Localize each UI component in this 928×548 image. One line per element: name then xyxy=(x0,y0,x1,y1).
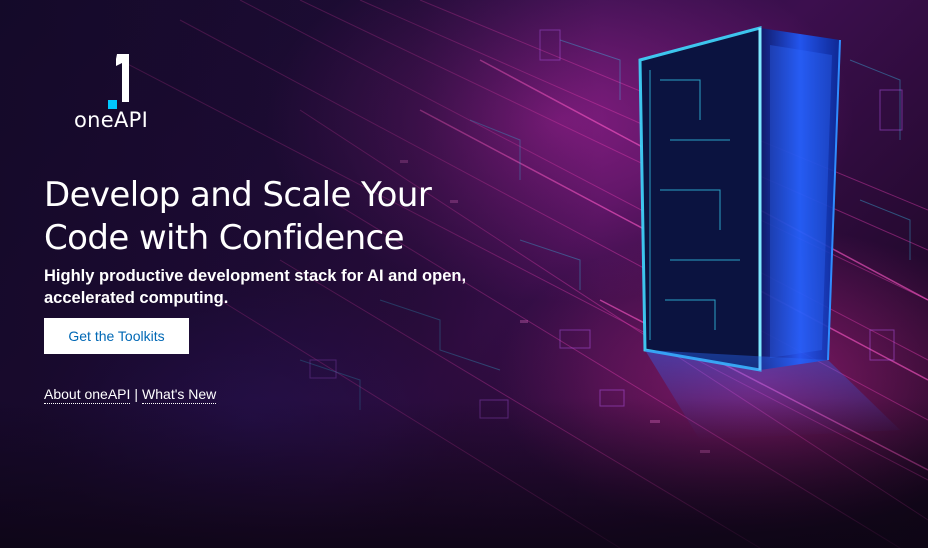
oneapi-logo-text[interactable]: oneAPI xyxy=(74,108,148,132)
oneapi-logo-mark xyxy=(108,54,129,109)
hero-subheadline: Highly productive development stack for … xyxy=(44,267,467,307)
secondary-links: About oneAPI | What's New xyxy=(44,386,217,404)
bottom-shadow-overlay xyxy=(0,398,928,548)
hero-headline: Develop and Scale Your Code with Confide… xyxy=(44,175,432,258)
link-separator: | xyxy=(134,386,139,402)
about-oneapi-link[interactable]: About oneAPI xyxy=(44,386,131,404)
get-the-toolkits-button[interactable]: Get the Toolkits xyxy=(44,318,189,354)
hero-banner: oneAPI Develop and Scale Your Code with … xyxy=(0,0,928,548)
whats-new-link[interactable]: What's New xyxy=(142,386,217,404)
